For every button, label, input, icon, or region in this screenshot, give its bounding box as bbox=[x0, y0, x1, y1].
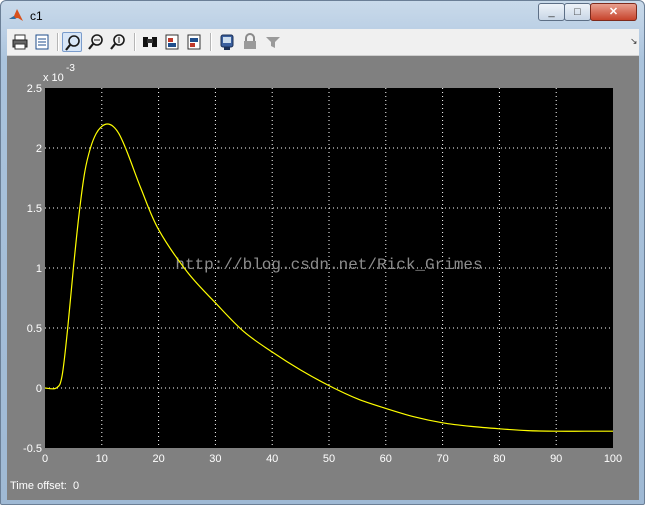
zoom-y-button[interactable] bbox=[108, 32, 128, 52]
zoom-in-button[interactable] bbox=[62, 32, 82, 52]
zoom-in-icon bbox=[65, 35, 80, 51]
y-tick-label: 1 bbox=[36, 263, 42, 275]
lock-button[interactable] bbox=[240, 32, 260, 52]
y-tick-label: 0.5 bbox=[27, 323, 42, 335]
x-tick-label: 100 bbox=[604, 453, 622, 465]
title-bar[interactable]: c1 _ □ ✕ bbox=[1, 1, 644, 29]
lock-icon bbox=[244, 33, 256, 49]
time-offset-value: 0 bbox=[72, 480, 80, 492]
y-tick-label: 2 bbox=[36, 143, 42, 155]
y-tick-label: -0.5 bbox=[23, 443, 42, 455]
toolbar: ↘ bbox=[7, 29, 639, 56]
x-tick-label: 60 bbox=[380, 453, 392, 465]
x-tick-label: 20 bbox=[152, 453, 164, 465]
zoom-x-icon bbox=[88, 34, 103, 50]
x-tick-label: 30 bbox=[209, 453, 221, 465]
zoom-x-button[interactable] bbox=[86, 32, 106, 52]
toolbar-separator bbox=[210, 33, 212, 51]
scope-parameters-button[interactable] bbox=[217, 32, 237, 52]
y-tick-label: 0 bbox=[36, 383, 42, 395]
print-button[interactable] bbox=[10, 32, 30, 52]
y-tick-label: 1.5 bbox=[27, 203, 42, 215]
x-tick-label: 40 bbox=[266, 453, 278, 465]
signal-selection-icon bbox=[266, 37, 280, 48]
save-axes-icon bbox=[165, 34, 179, 50]
minimize-button[interactable]: _ bbox=[538, 3, 565, 21]
restore-axes-button[interactable] bbox=[184, 32, 204, 52]
zoom-y-icon bbox=[110, 34, 125, 50]
x-tick-label: 50 bbox=[323, 453, 335, 465]
x-tick-label: 10 bbox=[96, 453, 108, 465]
print-icon bbox=[12, 34, 28, 50]
x-tick-label: 90 bbox=[550, 453, 562, 465]
toolbar-separator bbox=[134, 33, 136, 51]
binoculars-icon bbox=[143, 37, 157, 47]
close-button[interactable]: ✕ bbox=[590, 3, 637, 21]
x-tick-label: 70 bbox=[436, 453, 448, 465]
time-offset-text: Time offset: bbox=[10, 480, 67, 492]
toolbar-separator bbox=[57, 33, 59, 51]
scope-plot: http://blog.csdn.net/Rick_Grimes 0 10 20 30… bbox=[23, 63, 622, 465]
exponent-label: x 10 bbox=[43, 72, 64, 84]
autoscale-button[interactable] bbox=[140, 32, 160, 52]
save-axes-button[interactable] bbox=[162, 32, 182, 52]
maximize-button[interactable]: □ bbox=[564, 3, 591, 21]
exponent-power: -3 bbox=[66, 63, 75, 74]
x-tick-label: 0 bbox=[42, 453, 48, 465]
scope-parameters-icon bbox=[220, 34, 234, 50]
y-tick-label: 2.5 bbox=[27, 83, 42, 95]
plot-panel: http://blog.csdn.net/Rick_Grimes 0 10 20 30… bbox=[7, 56, 639, 500]
watermark-text: http://blog.csdn.net/Rick_Grimes bbox=[175, 256, 482, 274]
window-title: c1 bbox=[30, 9, 43, 23]
print-preview-button[interactable] bbox=[32, 32, 52, 52]
x-tick-label: 80 bbox=[493, 453, 505, 465]
signal-selection-button[interactable] bbox=[263, 32, 283, 52]
print-preview-icon bbox=[35, 34, 49, 50]
scope-window: c1 _ □ ✕ ↘ http://blog.csdn.net/Rick_Gri… bbox=[0, 0, 645, 505]
time-offset-label: Time offset: 0 bbox=[10, 480, 79, 492]
restore-axes-icon bbox=[187, 34, 201, 50]
matlab-icon bbox=[8, 7, 24, 23]
dock-arrow-icon[interactable]: ↘ bbox=[630, 36, 638, 47]
